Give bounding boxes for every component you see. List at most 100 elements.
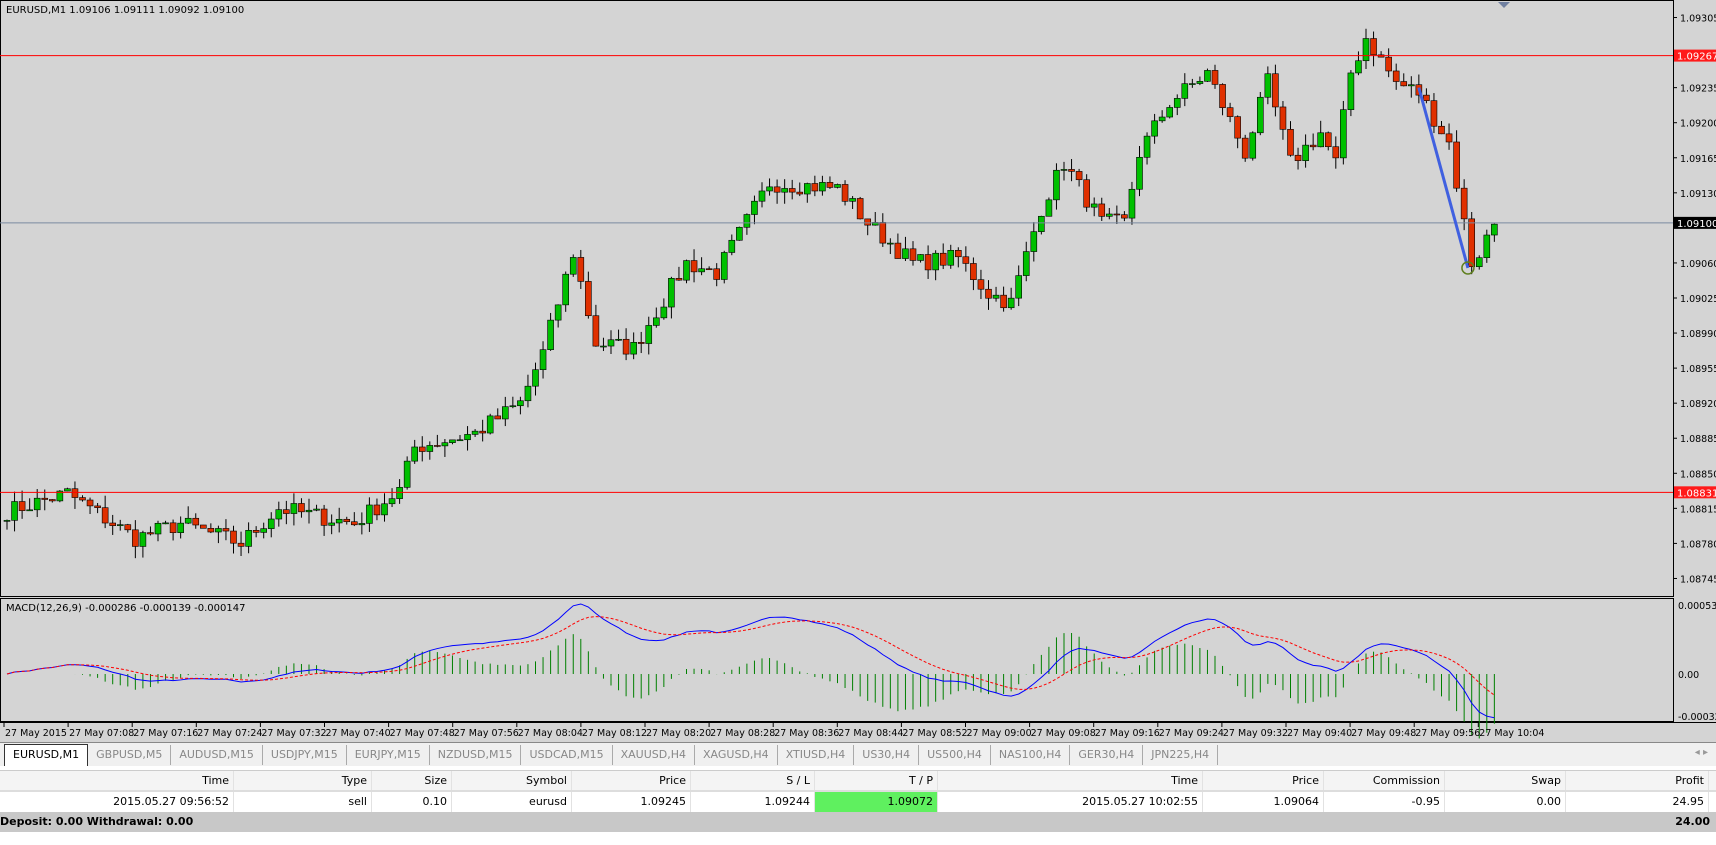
candle-body xyxy=(781,188,788,193)
candle-body xyxy=(1279,106,1287,130)
tab-us30-h4[interactable]: US30,H4 xyxy=(854,744,920,765)
price-tick-label: 1.09305 xyxy=(1680,14,1716,25)
price-tick-label: 1.08990 xyxy=(1680,329,1716,340)
column-header-type[interactable]: Type xyxy=(234,771,372,790)
tab-xagusd-h4[interactable]: XAGUSD,H4 xyxy=(695,744,778,765)
price-tick-label: 1.08885 xyxy=(1680,434,1716,445)
candle-body xyxy=(1143,135,1151,158)
candle-body xyxy=(1015,275,1023,299)
tab-xauusd-h4[interactable]: XAUUSD,H4 xyxy=(613,744,696,765)
chart-window[interactable]: 1.09305 1.09235 1.09200 1.09165 1.09130 1.090… xyxy=(0,0,1716,742)
column-header-symbol[interactable]: Symbol xyxy=(452,771,572,790)
candle-body xyxy=(1249,132,1257,159)
candle-body xyxy=(909,248,917,261)
candle-body xyxy=(977,279,985,290)
price-chart[interactable]: 1.09305 1.09235 1.09200 1.09165 1.09130 1.090… xyxy=(0,0,1716,742)
candle-body xyxy=(403,460,411,488)
price-tick-label: 1.08850 xyxy=(1680,469,1716,480)
column-header-size[interactable]: Size xyxy=(372,771,452,790)
support-line-label: 1.08831 xyxy=(1677,488,1716,499)
candle-body xyxy=(441,442,449,447)
cell-size: 0.10 xyxy=(372,792,452,812)
time-label: 27 May 07:56 xyxy=(454,728,519,739)
candle-body xyxy=(766,186,773,192)
time-label: 27 May 07:24 xyxy=(197,728,262,739)
column-header-sl[interactable]: S / L xyxy=(691,771,815,790)
candle-body xyxy=(1294,154,1302,161)
time-label: 27 May 08:44 xyxy=(838,728,903,739)
column-header-commission[interactable]: Commission xyxy=(1324,771,1445,790)
candle-body xyxy=(819,182,826,192)
trade-table-header: Time Type Size Symbol Price S / LT / P Time Pri… xyxy=(0,770,1716,792)
table-row[interactable]: 2015.05.27 09:56:52 sell 0.10 eurusd 1.09245… xyxy=(0,792,1716,812)
tab-jpn225-h4[interactable]: JPN225,H4 xyxy=(1143,744,1219,765)
tab-scroll-arrows-icon[interactable]: ◂ ▸ xyxy=(1695,747,1708,758)
tab-eurjpy-m15[interactable]: EURJPY,M15 xyxy=(347,744,430,765)
candle-body xyxy=(184,517,192,524)
candle-body xyxy=(992,294,1000,299)
candle-body xyxy=(1423,94,1430,101)
column-header-profit[interactable]: Profit xyxy=(1566,771,1709,790)
total-profit: 24.00 xyxy=(1675,815,1710,828)
candle-body xyxy=(1392,70,1400,82)
cell-sl: 1.09244 xyxy=(691,792,815,812)
tab-audusd-m15[interactable]: AUDUSD,M15 xyxy=(171,744,263,765)
candle-body xyxy=(902,248,909,259)
chart-title: EURUSD,M1 1.09106 1.09111 1.09092 1.0910… xyxy=(6,5,244,16)
candle-body xyxy=(1083,179,1090,208)
candle-body xyxy=(124,524,132,531)
cell-time: 2015.05.27 09:56:52 xyxy=(0,792,234,812)
candle-body xyxy=(1030,231,1038,252)
deposit-withdrawal: Deposit: 0.00 Withdrawal: 0.00 xyxy=(0,815,194,828)
candle-body xyxy=(1113,213,1121,216)
cell-type: sell xyxy=(234,792,372,812)
candle-body xyxy=(683,260,690,281)
time-label: 27 May 09:56 xyxy=(1415,728,1480,739)
tab-ger30-h4[interactable]: GER30,H4 xyxy=(1070,744,1144,765)
price-tick-label: 1.09200 xyxy=(1680,119,1716,130)
candle-body xyxy=(343,518,351,523)
candle-body xyxy=(449,439,456,443)
candle-body xyxy=(1106,213,1113,217)
candle-body xyxy=(1136,156,1143,190)
candle-body xyxy=(1355,60,1362,74)
tab-xtiusd-h4[interactable]: XTIUSD,H4 xyxy=(778,744,855,765)
candle-body xyxy=(713,268,721,280)
time-label: 27 May 09:08 xyxy=(1031,728,1096,739)
candle-body xyxy=(411,446,419,462)
candle-body xyxy=(26,509,33,512)
column-header-price[interactable]: Price xyxy=(572,771,691,790)
candle-body xyxy=(1166,107,1173,118)
column-header-price-close[interactable]: Price xyxy=(1203,771,1324,790)
candle-body xyxy=(3,520,11,522)
column-header-tp[interactable]: T / P xyxy=(815,771,938,790)
tab-nas100-h4[interactable]: NAS100,H4 xyxy=(991,744,1071,765)
table-footer: Deposit: 0.00 Withdrawal: 0.00 24.00 xyxy=(0,812,1716,832)
tab-us500-h4[interactable]: US500,H4 xyxy=(919,744,991,765)
tab-eurusd-m1[interactable]: EURUSD,M1 xyxy=(4,743,89,766)
candle-body xyxy=(267,518,275,529)
time-label: 27 May 09:48 xyxy=(1351,728,1416,739)
candle-body xyxy=(924,254,932,271)
candle-body xyxy=(577,257,585,282)
candle-body xyxy=(252,530,260,533)
candle-body xyxy=(947,250,955,266)
tab-gbpusd-m5[interactable]: GBPUSD,M5 xyxy=(88,744,172,765)
candle-body xyxy=(305,509,313,513)
column-header-time-close[interactable]: Time xyxy=(938,771,1203,790)
candle-body xyxy=(486,415,494,434)
candle-body xyxy=(1090,203,1098,208)
column-header-time[interactable]: Time xyxy=(0,771,234,790)
candle-body xyxy=(313,508,320,511)
column-header-swap[interactable]: Swap xyxy=(1445,771,1566,790)
tab-usdcad-m15[interactable]: USDCAD,M15 xyxy=(521,744,613,765)
main-chart-frame xyxy=(0,0,1674,597)
tab-nzdusd-m15[interactable]: NZDUSD,M15 xyxy=(430,744,522,765)
candle-body xyxy=(1491,223,1498,236)
candle-body xyxy=(1173,98,1181,108)
time-label: 27 May 08:12 xyxy=(582,728,647,739)
candle-body xyxy=(894,242,902,259)
candle-body xyxy=(1453,141,1460,189)
candle-body xyxy=(1022,251,1030,276)
tab-usdjpy-m15[interactable]: USDJPY,M15 xyxy=(263,744,347,765)
